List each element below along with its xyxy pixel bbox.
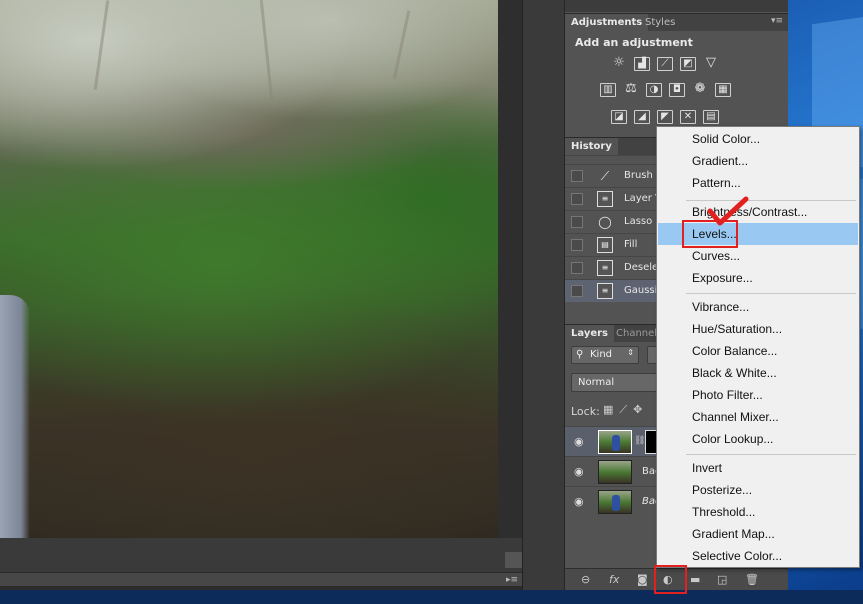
filter-kind-label: Kind (590, 349, 613, 360)
layer-filter-kind[interactable]: ⚲ Kind ⇕ (571, 346, 639, 364)
trash-icon[interactable]: 🗑 (745, 573, 759, 586)
history-checkbox[interactable] (571, 262, 583, 274)
lock-label: Lock: (571, 405, 600, 418)
menu-item-pattern[interactable]: Pattern... (658, 172, 858, 194)
new-layer-icon[interactable]: ◲ (717, 573, 727, 586)
brightness-contrast-icon[interactable]: ☼ (611, 56, 627, 71)
menu-item-invert[interactable]: Invert (658, 457, 858, 479)
folder-icon[interactable]: ▬ (690, 573, 700, 586)
menu-item-threshold[interactable]: Threshold... (658, 501, 858, 523)
threshold-icon[interactable]: ◤ (657, 110, 673, 124)
photo-detail (392, 10, 411, 80)
brush-icon: ⟋ (600, 169, 610, 183)
invert-icon[interactable]: ◪ (611, 110, 627, 124)
eye-icon[interactable]: ◉ (574, 435, 584, 448)
scroll-corner (505, 552, 522, 568)
vibrance-icon[interactable]: ▥ (600, 83, 616, 97)
menu-item-black-white[interactable]: Black & White... (658, 362, 858, 384)
history-checkbox[interactable] (571, 193, 583, 205)
channel-mixer-icon[interactable]: ▦ (715, 83, 731, 97)
lasso-icon: ◯ (598, 215, 612, 229)
document-icon: ≡ (597, 260, 613, 276)
document-icon: ≡ (597, 283, 613, 299)
fx-icon[interactable]: fx (609, 573, 619, 586)
menu-item-hue-saturation[interactable]: Hue/Saturation... (658, 318, 858, 340)
history-label: Fill (624, 239, 638, 250)
curves-icon[interactable]: ⟋ (657, 57, 673, 71)
history-checkbox[interactable] (571, 216, 583, 228)
menu-item-color-balance[interactable]: Color Balance... (658, 340, 858, 362)
document-canvas[interactable] (0, 0, 498, 538)
lock-icons[interactable]: ▦⟋✥ (603, 403, 648, 417)
adjustments-title: Add an adjustment (575, 36, 693, 49)
taskbar (0, 590, 863, 604)
photo-detail (0, 295, 30, 538)
fill-icon: ▤ (597, 237, 613, 253)
annotation-box-adjustment-button (654, 565, 687, 594)
menu-item-selective-color[interactable]: Selective Color... (658, 545, 858, 567)
menu-item-channel-mixer[interactable]: Channel Mixer... (658, 406, 858, 428)
adjustments-tabbar: Adjustments Styles ▾≡ (565, 13, 789, 32)
blend-mode-select[interactable]: Normal (571, 373, 661, 392)
gradient-triangle-icon[interactable]: ▽ (703, 56, 719, 71)
menu-item-curves[interactable]: Curves... (658, 245, 858, 267)
stepper-icon: ⇕ (627, 348, 634, 357)
panel-menu-icon[interactable]: ▾≡ (771, 16, 783, 26)
checkmark-annotation-icon (707, 196, 749, 226)
exposure-icon[interactable]: ◩ (680, 57, 696, 71)
adjustment-icons-row: ☼ ▟ ⟋ ◩ ▽ (611, 56, 719, 71)
add-mask-icon[interactable]: ◙ (637, 573, 648, 586)
panel-top-strip (565, 0, 789, 12)
history-checkbox[interactable] (571, 170, 583, 182)
horizontal-scrollbar[interactable]: ▸≡ (0, 572, 522, 586)
menu-item-gradient[interactable]: Gradient... (658, 150, 858, 172)
layer-thumbnail (598, 490, 632, 514)
history-label: Lasso (624, 216, 653, 227)
levels-icon[interactable]: ▟ (634, 57, 650, 71)
photo-detail (93, 0, 110, 90)
menu-separator (686, 454, 856, 455)
canvas-gutter (498, 0, 522, 538)
search-icon: ⚲ (576, 349, 584, 360)
selective-color-icon[interactable]: ✕ (680, 110, 696, 124)
menu-item-exposure[interactable]: Exposure... (658, 267, 858, 289)
photo-detail (259, 0, 274, 100)
posterize-icon[interactable]: ◢ (634, 110, 650, 124)
adjustment-icons-row: ▥ ⚖ ◑ ◘ ❁ ▦ (600, 82, 731, 97)
menu-item-photo-filter[interactable]: Photo Filter... (658, 384, 858, 406)
layer-thumbnail (598, 430, 632, 454)
tab-styles[interactable]: Styles (639, 14, 681, 32)
color-balance-icon[interactable]: ◑ (646, 83, 662, 97)
menu-item-color-lookup[interactable]: Color Lookup... (658, 428, 858, 450)
menu-separator (686, 293, 856, 294)
tab-history[interactable]: History (565, 138, 618, 156)
black-white-icon[interactable]: ◘ (669, 83, 685, 97)
menu-item-solid-color[interactable]: Solid Color... (658, 128, 858, 150)
layer-thumbnail (598, 460, 632, 484)
eye-icon[interactable]: ◉ (574, 465, 584, 478)
gradient-map-icon[interactable]: ▤ (703, 110, 719, 124)
tab-layers[interactable]: Layers (565, 325, 614, 343)
adjustment-layer-menu: Solid Color... Gradient... Pattern... Br… (656, 126, 860, 568)
link-icon[interactable]: ⛓ (634, 436, 645, 446)
link-layers-icon[interactable]: ⊖ (581, 573, 590, 586)
hue-saturation-icon[interactable]: ⚖ (623, 82, 639, 97)
menu-item-gradient-map[interactable]: Gradient Map... (658, 523, 858, 545)
menu-item-vibrance[interactable]: Vibrance... (658, 296, 858, 318)
document-icon: ≡ (597, 191, 613, 207)
history-checkbox[interactable] (571, 239, 583, 251)
menu-icon[interactable]: ▸≡ (506, 575, 518, 585)
menu-item-posterize[interactable]: Posterize... (658, 479, 858, 501)
blend-mode-value: Normal (578, 377, 615, 388)
photo-filter-icon[interactable]: ❁ (692, 82, 708, 97)
tab-adjustments[interactable]: Adjustments (565, 14, 649, 32)
panel-dock (522, 0, 564, 590)
eye-icon[interactable]: ◉ (574, 495, 584, 508)
history-checkbox[interactable] (571, 285, 583, 297)
canvas-pasteboard (0, 538, 522, 572)
adjustment-icons-row: ◪ ◢ ◤ ✕ ▤ (611, 110, 719, 124)
